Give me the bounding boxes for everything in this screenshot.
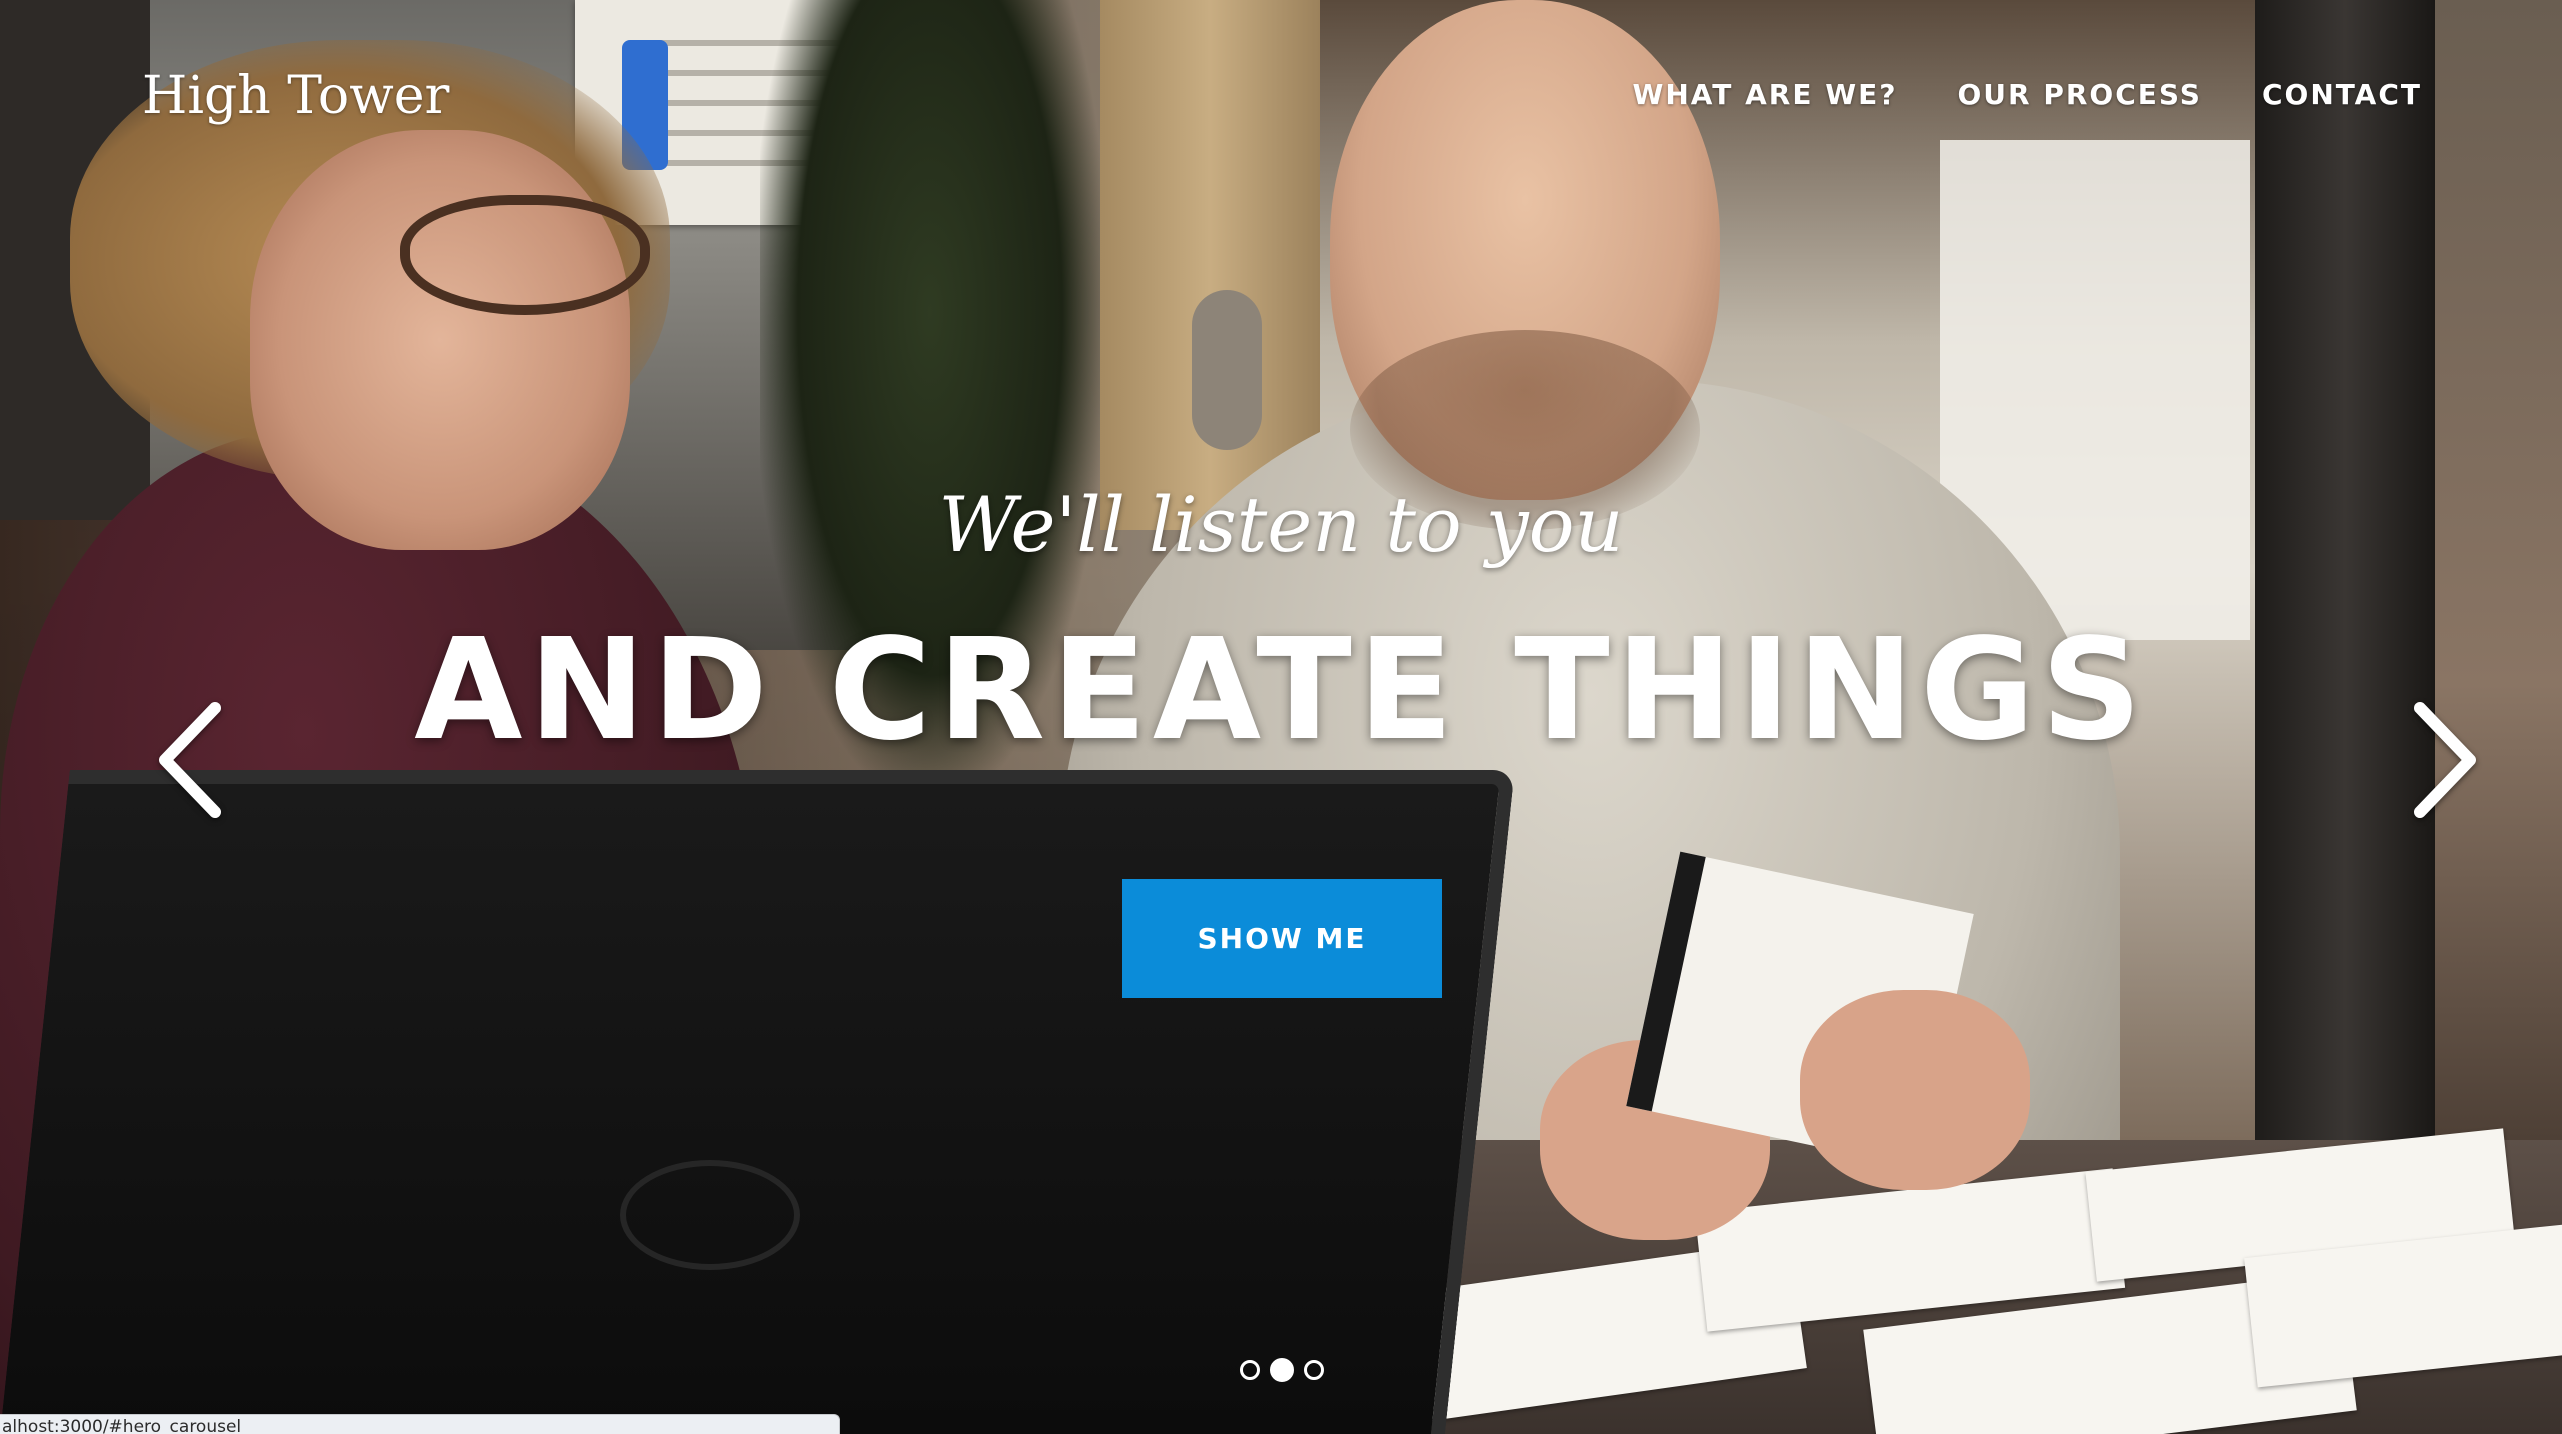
hero-headline: AND CREATE THINGS bbox=[414, 609, 2148, 772]
show-me-button[interactable]: SHOW ME bbox=[1122, 879, 1442, 998]
carousel-indicator[interactable] bbox=[1304, 1360, 1324, 1380]
chevron-right-icon bbox=[2414, 702, 2476, 818]
carousel-indicators bbox=[1240, 1358, 1324, 1382]
carousel-indicator[interactable] bbox=[1240, 1360, 1260, 1380]
nav-item-what-are-we[interactable]: WHAT ARE WE? bbox=[1632, 78, 1897, 111]
main-nav: WHAT ARE WE? OUR PROCESS CONTACT bbox=[1632, 78, 2422, 111]
brand-logo[interactable]: High Tower bbox=[142, 66, 449, 126]
laptop-logo bbox=[620, 1160, 800, 1270]
person-woman-glasses bbox=[400, 195, 650, 315]
chevron-left-icon bbox=[159, 702, 221, 818]
hero-carousel: High Tower WHAT ARE WE? OUR PROCESS CONT… bbox=[0, 0, 2562, 1434]
browser-status-bar: alhost:3000/#hero_carousel bbox=[0, 1414, 840, 1434]
carousel-indicator-active[interactable] bbox=[1270, 1358, 1294, 1382]
nav-item-our-process[interactable]: OUR PROCESS bbox=[1957, 78, 2201, 111]
nav-item-contact[interactable]: CONTACT bbox=[2262, 78, 2422, 111]
carousel-prev-button[interactable] bbox=[145, 690, 235, 830]
person-man-hand bbox=[1800, 990, 2030, 1190]
hero-caption: We'll listen to you AND CREATE THINGS bbox=[0, 480, 2562, 772]
laptop bbox=[0, 770, 1515, 1434]
hero-subtitle: We'll listen to you bbox=[938, 480, 1624, 569]
carousel-next-button[interactable] bbox=[2400, 690, 2490, 830]
background-door-handle bbox=[1192, 290, 1262, 450]
